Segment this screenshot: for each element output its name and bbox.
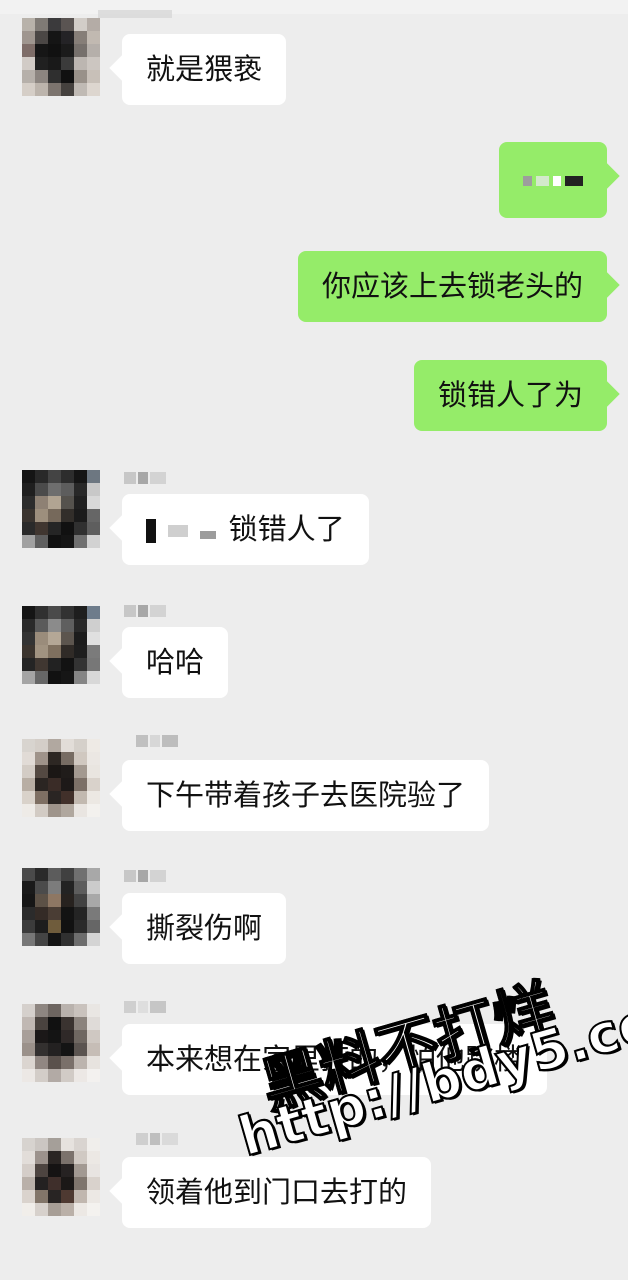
pixelated-avatar bbox=[22, 470, 100, 548]
masked-sender-name bbox=[124, 868, 166, 884]
message-text: 锁错人了为 bbox=[437, 378, 583, 412]
pixelated-avatar bbox=[22, 868, 100, 946]
avatar[interactable] bbox=[22, 1004, 100, 1082]
masked-sender-name bbox=[124, 603, 166, 619]
message-bubble[interactable]: 下午带着孩子去医院验了 bbox=[122, 760, 490, 831]
message-bubble[interactable]: 锁错人了为 bbox=[413, 360, 607, 431]
avatar[interactable] bbox=[22, 868, 100, 946]
pixelated-avatar bbox=[22, 18, 100, 96]
masked-message-content bbox=[523, 168, 583, 194]
pixelated-avatar bbox=[22, 1138, 100, 1216]
avatar[interactable] bbox=[22, 18, 100, 96]
pixelated-avatar bbox=[22, 739, 100, 817]
message-bubble[interactable]: 哈哈 bbox=[122, 627, 229, 698]
masked-message-bubble[interactable] bbox=[499, 142, 607, 218]
message-bubble[interactable]: 本来想在家里打的，怕他跳楼 bbox=[122, 1024, 548, 1095]
message-bubble[interactable]: 你应该上去锁老头的 bbox=[297, 251, 607, 322]
message-text: 你应该上去锁老头的 bbox=[321, 269, 583, 303]
message-text: 领着他到门口去打的 bbox=[146, 1175, 408, 1209]
message-text: 锁错人了 bbox=[228, 512, 345, 546]
masked-sender-name bbox=[124, 470, 166, 486]
masked-sender-name bbox=[98, 10, 172, 18]
message-text: 本来想在家里打的，怕他跳楼 bbox=[146, 1042, 524, 1076]
message-text: 撕裂伤啊 bbox=[146, 911, 263, 945]
masked-sender-name bbox=[124, 999, 166, 1015]
message-text: 下午带着孩子去医院验了 bbox=[146, 778, 466, 812]
message-text: 哈哈 bbox=[146, 645, 205, 679]
avatar[interactable] bbox=[22, 470, 100, 548]
masked-prefix bbox=[168, 525, 189, 537]
chat-screen: 就是猥亵 你应该上去锁老头的 锁错人了为 锁错人了 哈哈 下午带着孩子去医院验了… bbox=[0, 0, 628, 1280]
message-bubble[interactable]: 就是猥亵 bbox=[122, 34, 287, 105]
message-bubble[interactable]: 撕裂伤啊 bbox=[122, 893, 287, 964]
pixelated-avatar bbox=[22, 1004, 100, 1082]
masked-prefix bbox=[146, 519, 156, 543]
top-divider bbox=[0, 0, 628, 14]
masked-prefix bbox=[200, 531, 217, 539]
masked-sender-name bbox=[136, 733, 178, 749]
masked-sender-name bbox=[136, 1131, 178, 1147]
message-bubble[interactable]: 领着他到门口去打的 bbox=[122, 1157, 432, 1228]
avatar[interactable] bbox=[22, 739, 100, 817]
message-bubble[interactable]: 锁错人了 bbox=[122, 494, 369, 565]
avatar[interactable] bbox=[22, 606, 100, 684]
pixelated-avatar bbox=[22, 606, 100, 684]
avatar[interactable] bbox=[22, 1138, 100, 1216]
message-text: 就是猥亵 bbox=[146, 52, 263, 86]
